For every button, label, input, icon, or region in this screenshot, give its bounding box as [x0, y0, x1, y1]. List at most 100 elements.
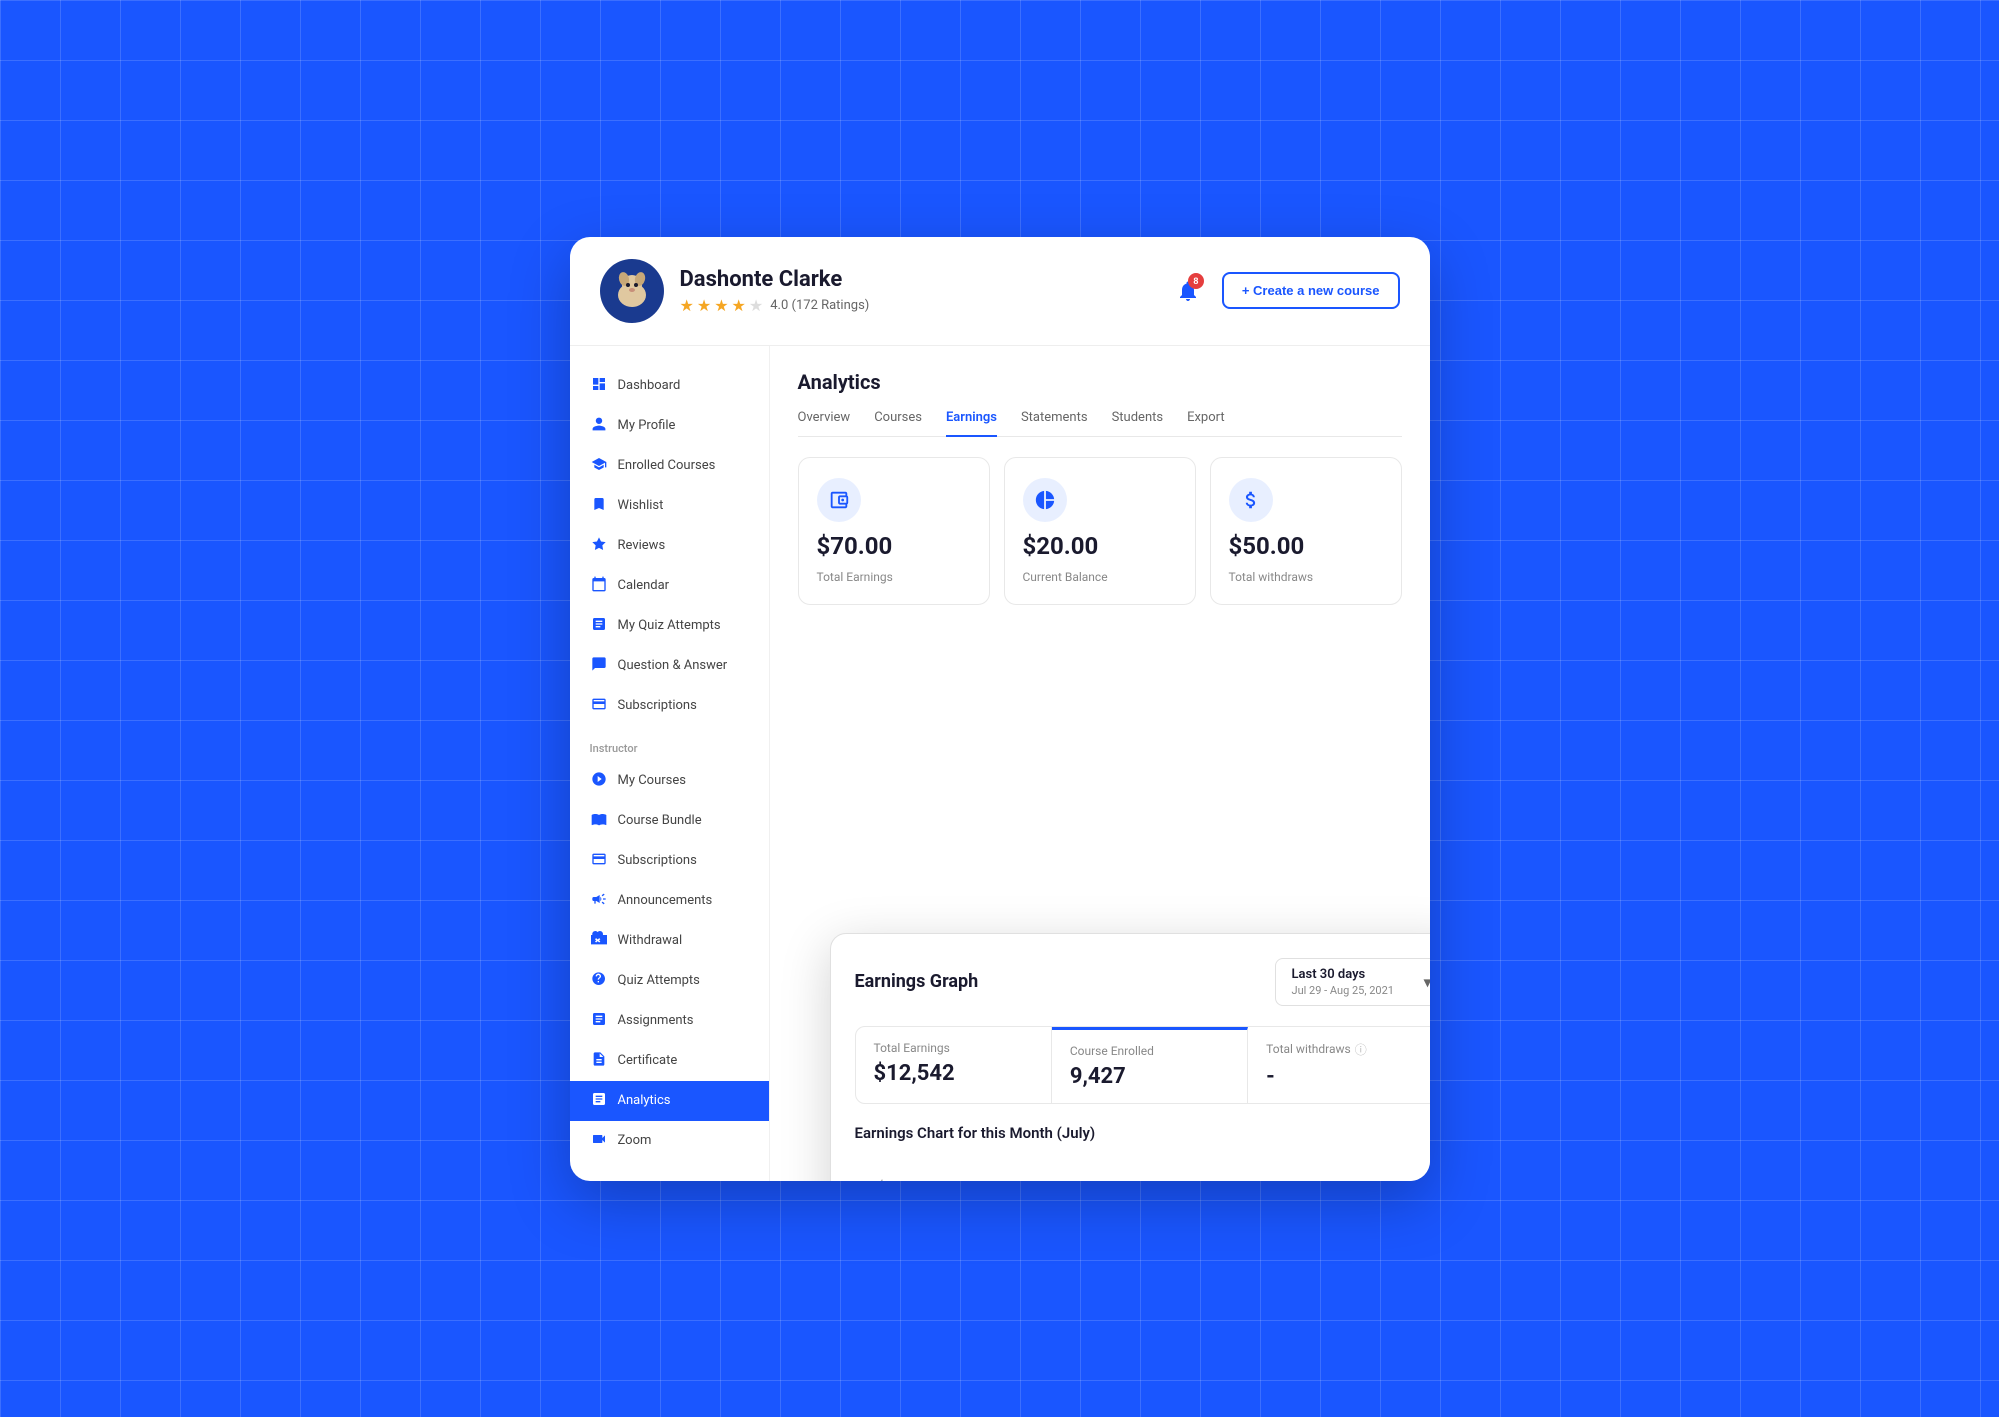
sidebar-item-label: My Profile — [618, 418, 676, 433]
metric-total-withdraws[interactable]: Total withdraws ⓘ - — [1248, 1027, 1429, 1103]
sidebar-item-label: Subscriptions — [618, 853, 697, 868]
notification-badge: 8 — [1188, 273, 1204, 289]
sidebar-item-calendar[interactable]: Calendar — [570, 566, 769, 606]
subscriptions-icon — [590, 696, 608, 716]
sidebar-item-reviews[interactable]: Reviews — [570, 526, 769, 566]
chevron-down-icon: ▾ — [1423, 972, 1429, 991]
metric-total-earnings[interactable]: Total Earnings $12,542 — [856, 1027, 1052, 1103]
withdraws-icon-circle — [1229, 478, 1273, 522]
sidebar-item-assignments[interactable]: Assignments — [570, 1001, 769, 1041]
coins-icon — [1240, 489, 1262, 511]
metric-course-enrolled[interactable]: Course Enrolled 9,427 — [1052, 1027, 1248, 1103]
quiz-attempts-icon — [590, 971, 608, 991]
tab-export[interactable]: Export — [1187, 410, 1225, 437]
metric-value: 9,427 — [1070, 1064, 1229, 1089]
svg-text:4: 4 — [878, 1179, 883, 1181]
tab-earnings[interactable]: Earnings — [946, 410, 997, 437]
sidebar-item-wishlist[interactable]: Wishlist — [570, 486, 769, 526]
rating-stars: ★ ★ ★ ★ ★ 4.0 (172 Ratings) — [680, 296, 870, 315]
sidebar-item-label: Course Bundle — [618, 813, 702, 828]
sidebar-item-label: Wishlist — [618, 498, 664, 513]
star-5-half: ★ — [749, 296, 763, 315]
my-courses-icon — [590, 771, 608, 791]
period-label: Last 30 days — [1292, 967, 1366, 982]
stat-amount: $50.00 — [1229, 532, 1383, 560]
wallet-icon — [828, 489, 850, 511]
info-icon: ⓘ — [1355, 1041, 1367, 1058]
user-info: Dashonte Clarke ★ ★ ★ ★ ★ 4.0 (172 Ratin… — [680, 267, 870, 315]
sidebar-item-analytics[interactable]: Analytics — [570, 1081, 769, 1121]
stat-amount: $70.00 — [817, 532, 971, 560]
period-selector[interactable]: Last 30 days Jul 29 - Aug 25, 2021 ▾ — [1275, 958, 1430, 1006]
stat-label: Total Earnings — [817, 570, 971, 584]
sidebar-item-label: Analytics — [618, 1093, 671, 1108]
header: Dashonte Clarke ★ ★ ★ ★ ★ 4.0 (172 Ratin… — [570, 237, 1430, 346]
quiz-icon — [590, 616, 608, 636]
metric-value: $12,542 — [874, 1061, 1033, 1086]
stat-label: Current Balance — [1023, 570, 1177, 584]
sidebar-item-label: Reviews — [618, 538, 666, 553]
metric-name: Course Enrolled — [1070, 1044, 1229, 1058]
sidebar-item-label: My Quiz Attempts — [618, 618, 721, 633]
create-course-button[interactable]: + Create a new course — [1222, 272, 1400, 309]
withdrawal-icon — [590, 931, 608, 951]
stats-row: $70.00 Total Earnings $20.00 Current Bal… — [798, 457, 1402, 605]
sidebar-item-withdrawal[interactable]: Withdrawal — [570, 921, 769, 961]
user-name: Dashonte Clarke — [680, 267, 870, 292]
graph-header: Earnings Graph Last 30 days Jul 29 - Aug… — [855, 958, 1430, 1006]
main-card: Dashonte Clarke ★ ★ ★ ★ ★ 4.0 (172 Ratin… — [570, 237, 1430, 1181]
metric-name: Total withdraws ⓘ — [1266, 1041, 1425, 1058]
stat-label: Total withdraws — [1229, 570, 1383, 584]
certificate-icon — [590, 1051, 608, 1071]
stat-card-withdraws: $50.00 Total withdraws — [1210, 457, 1402, 605]
notification-button[interactable]: 8 — [1168, 271, 1208, 311]
sidebar-item-label: Quiz Attempts — [618, 973, 700, 988]
sidebar-item-course-bundle[interactable]: Course Bundle — [570, 801, 769, 841]
sidebar-item-label: Calendar — [618, 578, 670, 593]
sidebar-item-zoom[interactable]: Zoom — [570, 1121, 769, 1161]
sidebar-item-label: Announcements — [618, 893, 713, 908]
tab-overview[interactable]: Overview — [798, 410, 851, 437]
chart-section-title: Earnings Chart for this Month (July) — [855, 1124, 1430, 1142]
analytics-tabs: Overview Courses Earnings Statements Stu… — [798, 410, 1402, 437]
header-left: Dashonte Clarke ★ ★ ★ ★ ★ 4.0 (172 Ratin… — [600, 259, 870, 323]
sidebar-item-my-profile[interactable]: My Profile — [570, 406, 769, 446]
sidebar-item-announcements[interactable]: Announcements — [570, 881, 769, 921]
tab-statements[interactable]: Statements — [1021, 410, 1088, 437]
analytics-icon — [590, 1091, 608, 1111]
stat-amount: $20.00 — [1023, 532, 1177, 560]
zoom-icon — [590, 1131, 608, 1151]
sidebar-item-subscriptions[interactable]: Subscriptions — [570, 686, 769, 726]
assignments-icon — [590, 1011, 608, 1031]
instructor-section-label: Instructor — [570, 726, 769, 761]
star-4: ★ — [732, 296, 746, 315]
tab-students[interactable]: Students — [1112, 410, 1164, 437]
chart-container: 4 3 2 1 0 — [855, 1156, 1430, 1181]
sidebar-item-label: Question & Answer — [618, 658, 728, 673]
stat-card-earnings: $70.00 Total Earnings — [798, 457, 990, 605]
sidebar-item-dashboard[interactable]: Dashboard — [570, 366, 769, 406]
tab-courses[interactable]: Courses — [874, 410, 922, 437]
metrics-row: Total Earnings $12,542 Course Enrolled 9… — [855, 1026, 1430, 1104]
profile-icon — [590, 416, 608, 436]
sidebar-item-my-courses[interactable]: My Courses — [570, 761, 769, 801]
metric-value: - — [1266, 1064, 1425, 1089]
avatar — [600, 259, 664, 323]
sidebar-item-label: My Courses — [618, 773, 687, 788]
sidebar-item-quiz-attempts-instructor[interactable]: Quiz Attempts — [570, 961, 769, 1001]
star-3: ★ — [714, 296, 728, 315]
earnings-icon-circle — [817, 478, 861, 522]
instructor-subscriptions-icon — [590, 851, 608, 871]
sidebar-item-enrolled-courses[interactable]: Enrolled Courses — [570, 446, 769, 486]
sidebar-item-quiz-attempts[interactable]: My Quiz Attempts — [570, 606, 769, 646]
stat-card-balance: $20.00 Current Balance — [1004, 457, 1196, 605]
graph-title: Earnings Graph — [855, 971, 979, 992]
calendar-icon — [590, 576, 608, 596]
sidebar-item-certificate[interactable]: Certificate — [570, 1041, 769, 1081]
course-bundle-icon — [590, 811, 608, 831]
sidebar-item-instructor-subscriptions[interactable]: Subscriptions — [570, 841, 769, 881]
period-dates: Jul 29 - Aug 25, 2021 — [1292, 984, 1394, 997]
rating-text: 4.0 (172 Ratings) — [770, 298, 869, 313]
sidebar-item-label: Zoom — [618, 1133, 652, 1148]
sidebar-item-qa[interactable]: Question & Answer — [570, 646, 769, 686]
